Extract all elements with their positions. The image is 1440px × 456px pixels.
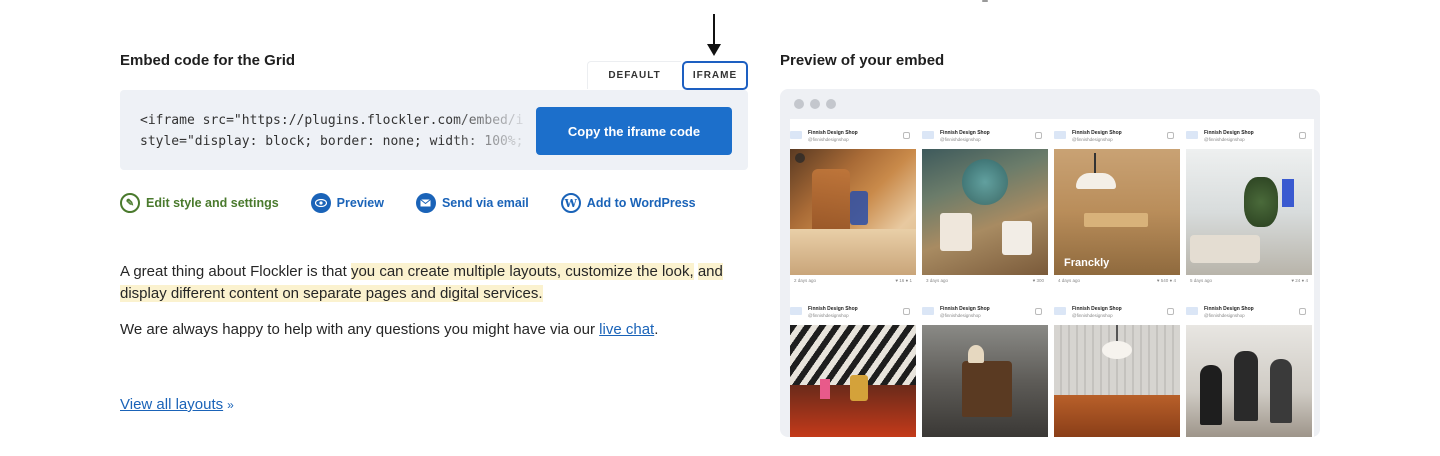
card-author: Finnish Design Shop bbox=[940, 130, 990, 136]
embed-preview-window: Finnish Design Shop @finnishdesignshop 2… bbox=[780, 89, 1320, 437]
post-card[interactable]: Finnish Design Shop @finnishdesignshop F… bbox=[1054, 119, 1180, 287]
card-author: Finnish Design Shop bbox=[808, 130, 858, 136]
shop-logo bbox=[1054, 131, 1066, 139]
shop-logo bbox=[1186, 307, 1198, 315]
card-handle: @finnishdesignshop bbox=[808, 137, 849, 142]
card-handle: @finnishdesignshop bbox=[940, 313, 981, 318]
card-time: 5 days ago bbox=[1190, 278, 1213, 283]
card-handle: @finnishdesignshop bbox=[940, 137, 981, 142]
card-author: Finnish Design Shop bbox=[1204, 306, 1254, 312]
embed-code-box: <iframe src="https://plugins.flockler.co… bbox=[120, 90, 748, 170]
preview-title: Preview of your embed bbox=[780, 52, 945, 69]
card-stats: ♥ 540 ● 4 bbox=[1156, 278, 1176, 283]
card-author: Finnish Design Shop bbox=[1072, 306, 1122, 312]
add-to-wordpress-label: Add to WordPress bbox=[586, 196, 696, 210]
preview-grid: Finnish Design Shop @finnishdesignshop 2… bbox=[790, 119, 1314, 437]
view-all-layouts-label: View all layouts bbox=[120, 396, 224, 413]
video-play-icon bbox=[795, 153, 805, 163]
help-text: We are always happy to help with any que… bbox=[120, 321, 600, 338]
add-to-wordpress-link[interactable]: W Add to WordPress bbox=[560, 193, 696, 213]
preview-link[interactable]: Preview bbox=[310, 193, 384, 213]
live-chat-link[interactable]: live chat bbox=[599, 321, 654, 338]
copy-iframe-code-button[interactable]: Copy the iframe code bbox=[536, 107, 732, 155]
embed-actions: ✎ Edit style and settings Preview Send v… bbox=[120, 192, 728, 214]
instagram-icon bbox=[903, 132, 910, 139]
eye-icon bbox=[310, 193, 331, 213]
shop-logo bbox=[1186, 131, 1198, 139]
post-card[interactable]: Finnish Design Shop @finnishdesignshop bbox=[1186, 295, 1312, 437]
instagram-icon bbox=[1035, 308, 1042, 315]
card-author: Finnish Design Shop bbox=[1204, 130, 1254, 136]
post-card[interactable]: Finnish Design Shop @finnishdesignshop bbox=[790, 295, 916, 437]
help-paragraph: We are always happy to help with any que… bbox=[120, 319, 760, 341]
post-card[interactable]: Finnish Design Shop @finnishdesignshop bbox=[1054, 295, 1180, 437]
tab-iframe[interactable]: IFRAME bbox=[682, 61, 748, 90]
send-via-email-link[interactable]: Send via email bbox=[415, 193, 529, 213]
card-time: 4 days ago bbox=[1058, 278, 1081, 283]
post-card[interactable]: Finnish Design Shop @finnishdesignshop 3… bbox=[922, 119, 1048, 287]
card-handle: @finnishdesignshop bbox=[1204, 313, 1245, 318]
view-all-layouts-link[interactable]: View all layouts» bbox=[120, 396, 234, 413]
instagram-icon bbox=[1035, 132, 1042, 139]
post-image bbox=[922, 149, 1048, 275]
card-stats: ♥ 16 ● 1 bbox=[895, 278, 912, 283]
card-stats: ♥ 24 ● 4 bbox=[1291, 278, 1308, 283]
palette-icon: ✎ bbox=[120, 193, 140, 213]
card-handle: @finnishdesignshop bbox=[1072, 313, 1113, 318]
envelope-icon bbox=[415, 193, 436, 213]
instagram-icon bbox=[1167, 132, 1174, 139]
instagram-icon bbox=[1299, 132, 1306, 139]
post-image bbox=[790, 149, 916, 275]
card-time: 2 days ago bbox=[794, 278, 817, 283]
intro-plain-text: A great thing about Flockler is that bbox=[120, 263, 351, 280]
help-end: . bbox=[654, 321, 659, 338]
card-author: Finnish Design Shop bbox=[940, 306, 990, 312]
window-dots bbox=[794, 99, 842, 109]
card-handle: @finnishdesignshop bbox=[1204, 137, 1245, 142]
preview-label: Preview bbox=[336, 196, 384, 210]
post-image bbox=[1186, 149, 1312, 275]
code-fade bbox=[450, 104, 534, 156]
down-arrow-icon bbox=[707, 14, 721, 58]
brand-watermark: Franckly bbox=[1064, 257, 1110, 269]
card-handle: @finnishdesignshop bbox=[1072, 137, 1113, 142]
top-edge-fragment bbox=[982, 0, 988, 2]
card-author: Finnish Design Shop bbox=[1072, 130, 1122, 136]
post-image bbox=[922, 325, 1048, 437]
card-stats: ♥ 300 bbox=[1032, 278, 1044, 283]
edit-style-settings-link[interactable]: ✎ Edit style and settings bbox=[120, 193, 279, 213]
intro-paragraph: A great thing about Flockler is that you… bbox=[120, 261, 760, 305]
shop-logo bbox=[922, 131, 934, 139]
send-via-email-label: Send via email bbox=[441, 196, 529, 210]
card-author: Finnish Design Shop bbox=[808, 306, 858, 312]
post-card[interactable]: Finnish Design Shop @finnishdesignshop 5… bbox=[1186, 119, 1312, 287]
embed-code-title: Embed code for the Grid bbox=[120, 52, 296, 69]
shop-logo bbox=[790, 307, 802, 315]
instagram-icon bbox=[1167, 308, 1174, 315]
post-image bbox=[1054, 325, 1180, 437]
tab-default[interactable]: DEFAULT bbox=[587, 61, 681, 89]
double-chevron-right-icon: » bbox=[227, 398, 234, 412]
shop-logo bbox=[790, 131, 802, 139]
shop-logo bbox=[1054, 307, 1066, 315]
card-time: 3 days ago bbox=[926, 278, 949, 283]
post-card[interactable]: Finnish Design Shop @finnishdesignshop 2… bbox=[790, 119, 916, 287]
shop-logo bbox=[922, 307, 934, 315]
post-image: Franckly bbox=[1054, 149, 1180, 275]
embed-type-tabs: DEFAULT IFRAME bbox=[587, 61, 748, 90]
post-image bbox=[790, 325, 916, 437]
intro-highlight-1: you can create multiple layouts, customi… bbox=[350, 263, 694, 280]
card-handle: @finnishdesignshop bbox=[808, 313, 849, 318]
post-card[interactable]: Finnish Design Shop @finnishdesignshop bbox=[922, 295, 1048, 437]
edit-style-settings-label: Edit style and settings bbox=[146, 196, 279, 210]
instagram-icon bbox=[903, 308, 910, 315]
wordpress-icon: W bbox=[560, 193, 581, 213]
post-image bbox=[1186, 325, 1312, 437]
instagram-icon bbox=[1299, 308, 1306, 315]
